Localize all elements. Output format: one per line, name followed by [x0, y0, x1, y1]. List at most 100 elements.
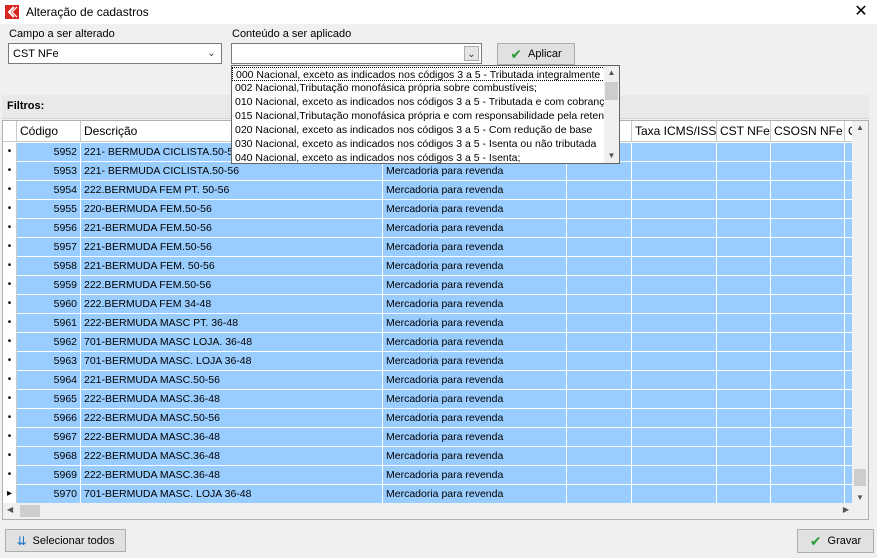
row-marker-icon[interactable]: •: [3, 143, 17, 162]
scroll-up-icon[interactable]: ▲: [852, 123, 868, 132]
cell-taxa-icms[interactable]: [632, 200, 717, 219]
cell-codigo[interactable]: 5969: [17, 466, 81, 485]
cell-tipo[interactable]: Mercadoria para revenda: [383, 390, 567, 409]
table-row[interactable]: • 5959 222.BERMUDA FEM.50-56 Mercadoria par…: [3, 276, 853, 295]
row-marker-icon[interactable]: •: [3, 314, 17, 333]
table-row[interactable]: • 5967 222-BERMUDA MASC.36-48 Mercadoria pa…: [3, 428, 853, 447]
cell-taxa-icms[interactable]: [632, 257, 717, 276]
cell-descricao[interactable]: 220-BERMUDA FEM.50-56: [81, 200, 383, 219]
cell-tipo[interactable]: Mercadoria para revenda: [383, 238, 567, 257]
cell-descricao[interactable]: 222-BERMUDA MASC.36-48: [81, 428, 383, 447]
row-marker-icon[interactable]: •: [3, 276, 17, 295]
cell-descricao[interactable]: 222.BERMUDA FEM 34-48: [81, 295, 383, 314]
cell-csosn-nfe[interactable]: [771, 238, 845, 257]
cell-descricao[interactable]: 222-BERMUDA MASC.36-48: [81, 447, 383, 466]
cell-tipo[interactable]: Mercadoria para revenda: [383, 314, 567, 333]
cell-codigo[interactable]: 5959: [17, 276, 81, 295]
cell-descricao[interactable]: 222-BERMUDA MASC PT. 36-48: [81, 314, 383, 333]
cell-descricao[interactable]: 222.BERMUDA FEM.50-56: [81, 276, 383, 295]
cell-descricao[interactable]: 222.BERMUDA FEM PT. 50-56: [81, 181, 383, 200]
cell-tipo[interactable]: Mercadoria para revenda: [383, 200, 567, 219]
table-row[interactable]: • 5965 222-BERMUDA MASC.36-48 Mercadoria pa…: [3, 390, 853, 409]
cell-cst-nfe[interactable]: [717, 333, 771, 352]
table-row[interactable]: • 5954 222.BERMUDA FEM PT. 50-56 Mercadoria…: [3, 181, 853, 200]
cell-taxa-icms[interactable]: [632, 314, 717, 333]
cell-tipo[interactable]: Mercadoria para revenda: [383, 371, 567, 390]
table-row[interactable]: • 5956 221-BERMUDA FEM.50-56 Mercadoria par…: [3, 219, 853, 238]
dropdown-item[interactable]: 000 Nacional, exceto as indicados nos có…: [232, 67, 605, 81]
select-all-button[interactable]: ⇊ Selecionar todos: [5, 529, 126, 552]
cell-cst-nfe[interactable]: [717, 352, 771, 371]
cell-cst-nfe[interactable]: [717, 314, 771, 333]
dropdown-item[interactable]: 010 Nacional, exceto as indicados nos có…: [232, 95, 605, 109]
cell-col-4[interactable]: [567, 371, 632, 390]
cell-taxa-icms[interactable]: [632, 447, 717, 466]
table-row[interactable]: • 5963 701-BERMUDA MASC. LOJA 36-48 Mercado…: [3, 352, 853, 371]
cell-csosn-nfe[interactable]: [771, 143, 845, 162]
table-row[interactable]: • 5958 221-BERMUDA FEM. 50-56 Mercadoria pa…: [3, 257, 853, 276]
row-marker-icon[interactable]: •: [3, 333, 17, 352]
cell-col-4[interactable]: [567, 257, 632, 276]
cell-descricao[interactable]: 701-BERMUDA MASC. LOJA 36-48: [81, 485, 383, 504]
row-marker-icon[interactable]: •: [3, 219, 17, 238]
cell-tipo[interactable]: Mercadoria para revenda: [383, 181, 567, 200]
scroll-up-icon[interactable]: ▲: [604, 66, 619, 80]
horizontal-scrollbar[interactable]: ◀ ▶: [3, 503, 853, 519]
row-marker-icon[interactable]: •: [3, 409, 17, 428]
cst-dropdown-list[interactable]: 000 Nacional, exceto as indicados nos có…: [231, 65, 620, 164]
cell-cst-nfe[interactable]: [717, 181, 771, 200]
cell-csosn-nfe[interactable]: [771, 409, 845, 428]
cell-csosn-nfe[interactable]: [771, 447, 845, 466]
table-row[interactable]: • 5957 221-BERMUDA FEM.50-56 Mercadoria par…: [3, 238, 853, 257]
cell-codigo[interactable]: 5963: [17, 352, 81, 371]
cell-taxa-icms[interactable]: [632, 219, 717, 238]
cell-taxa-icms[interactable]: [632, 428, 717, 447]
row-marker-icon[interactable]: •: [3, 428, 17, 447]
cell-csosn-nfe[interactable]: [771, 219, 845, 238]
scroll-thumb[interactable]: [854, 469, 866, 486]
cell-taxa-icms[interactable]: [632, 466, 717, 485]
cell-taxa-icms[interactable]: [632, 390, 717, 409]
cell-taxa-icms[interactable]: [632, 371, 717, 390]
table-row[interactable]: • 5968 222-BERMUDA MASC.36-48 Mercadoria pa…: [3, 447, 853, 466]
cell-tipo[interactable]: Mercadoria para revenda: [383, 447, 567, 466]
scroll-left-icon[interactable]: ◀: [7, 505, 13, 514]
cell-cst-nfe[interactable]: [717, 428, 771, 447]
cell-cst-nfe[interactable]: [717, 238, 771, 257]
cell-col-4[interactable]: [567, 409, 632, 428]
cell-codigo[interactable]: 5968: [17, 447, 81, 466]
table-row[interactable]: • 5953 221- BERMUDA CICLISTA.50-56 Mercador…: [3, 162, 853, 181]
cell-codigo[interactable]: 5962: [17, 333, 81, 352]
header-csosn-nfe[interactable]: CSOSN NFe: [771, 121, 845, 142]
current-row-arrow-icon[interactable]: ▸: [3, 485, 17, 504]
cell-codigo[interactable]: 5970: [17, 485, 81, 504]
table-row[interactable]: • 5962 701-BERMUDA MASC LOJA. 36-48 Mercado…: [3, 333, 853, 352]
table-row[interactable]: • 5969 222-BERMUDA MASC.36-48 Mercadoria pa…: [3, 466, 853, 485]
cell-descricao[interactable]: 221-BERMUDA FEM.50-56: [81, 219, 383, 238]
cell-taxa-icms[interactable]: [632, 181, 717, 200]
cell-cst-nfe[interactable]: [717, 143, 771, 162]
cell-tipo[interactable]: Mercadoria para revenda: [383, 276, 567, 295]
cell-csosn-nfe[interactable]: [771, 295, 845, 314]
row-marker-icon[interactable]: •: [3, 162, 17, 181]
cell-tipo[interactable]: Mercadoria para revenda: [383, 352, 567, 371]
table-row[interactable]: • 5960 222.BERMUDA FEM 34-48 Mercadoria par…: [3, 295, 853, 314]
cell-csosn-nfe[interactable]: [771, 466, 845, 485]
cell-taxa-icms[interactable]: [632, 409, 717, 428]
cell-tipo[interactable]: Mercadoria para revenda: [383, 162, 567, 181]
cell-cst-nfe[interactable]: [717, 466, 771, 485]
cell-cst-nfe[interactable]: [717, 371, 771, 390]
cell-col-4[interactable]: [567, 485, 632, 504]
cell-taxa-icms[interactable]: [632, 238, 717, 257]
cell-col-4[interactable]: [567, 200, 632, 219]
cell-csosn-nfe[interactable]: [771, 333, 845, 352]
cell-cst-nfe[interactable]: [717, 162, 771, 181]
row-marker-icon[interactable]: •: [3, 238, 17, 257]
cell-cst-nfe[interactable]: [717, 200, 771, 219]
row-marker-icon[interactable]: •: [3, 390, 17, 409]
cell-taxa-icms[interactable]: [632, 333, 717, 352]
cell-codigo[interactable]: 5961: [17, 314, 81, 333]
conteudo-select[interactable]: ⌄: [231, 43, 482, 64]
cell-descricao[interactable]: 222-BERMUDA MASC.50-56: [81, 409, 383, 428]
cell-taxa-icms[interactable]: [632, 295, 717, 314]
